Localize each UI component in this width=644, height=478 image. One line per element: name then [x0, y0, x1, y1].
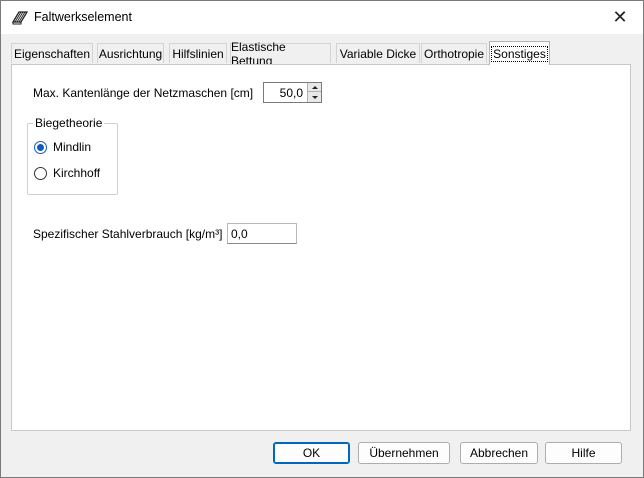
ok-button[interactable]: OK — [273, 442, 350, 464]
radio-mindlin-label[interactable]: Mindlin — [53, 140, 91, 154]
window-title: Faltwerkselement — [34, 10, 132, 24]
tab-elastische-bettung[interactable]: Elastische Bettung — [230, 40, 331, 68]
radio-kirchhoff-label[interactable]: Kirchhoff — [53, 166, 100, 180]
dialog-window: Faltwerkselement ✕ Eigenschaften Ausrich… — [0, 0, 644, 478]
title-bar: Faltwerkselement ✕ — [1, 1, 643, 34]
spinner-buttons — [307, 83, 321, 102]
max-edge-length-value: 50,0 — [279, 86, 303, 100]
tab-orthotropie[interactable]: Orthotropie — [421, 43, 487, 63]
tab-sonstiges[interactable]: Sonstiges — [489, 41, 550, 65]
tab-panel-sonstiges: Max. Kantenlänge der Netzmaschen [cm] 50… — [11, 64, 631, 431]
tab-eigenschaften[interactable]: Eigenschaften — [11, 43, 93, 63]
tab-hilfslinien[interactable]: Hilfslinien — [169, 43, 227, 63]
apply-button[interactable]: Übernehmen — [358, 442, 450, 464]
bending-theory-group: Biegetheorie Mindlin Kirchhoff — [27, 116, 118, 195]
cancel-button[interactable]: Abbrechen — [460, 442, 538, 464]
bending-theory-title: Biegetheorie — [33, 116, 105, 130]
steel-consumption-input[interactable]: 0,0 — [227, 223, 297, 244]
tab-variable-dicke[interactable]: Variable Dicke — [336, 43, 420, 63]
close-icon: ✕ — [612, 7, 628, 27]
spin-up-button[interactable] — [307, 83, 321, 92]
radio-kirchhoff[interactable] — [34, 167, 47, 180]
folded-plate-icon — [11, 11, 29, 25]
tab-ausrichtung[interactable]: Ausrichtung — [97, 43, 164, 63]
radio-mindlin[interactable] — [34, 141, 47, 154]
chevron-down-icon — [311, 95, 318, 99]
spin-down-button[interactable] — [307, 92, 321, 102]
help-button[interactable]: Hilfe — [545, 442, 622, 464]
close-button[interactable]: ✕ — [597, 1, 643, 34]
tab-strip: Eigenschaften Ausrichtung Hilfslinien El… — [11, 40, 631, 68]
max-edge-length-label: Max. Kantenlänge der Netzmaschen [cm] — [33, 86, 254, 100]
chevron-up-icon — [311, 85, 318, 89]
max-edge-length-spinner[interactable]: 50,0 — [263, 82, 322, 103]
steel-consumption-label: Spezifischer Stahlverbrauch [kg/m³] — [33, 227, 223, 241]
